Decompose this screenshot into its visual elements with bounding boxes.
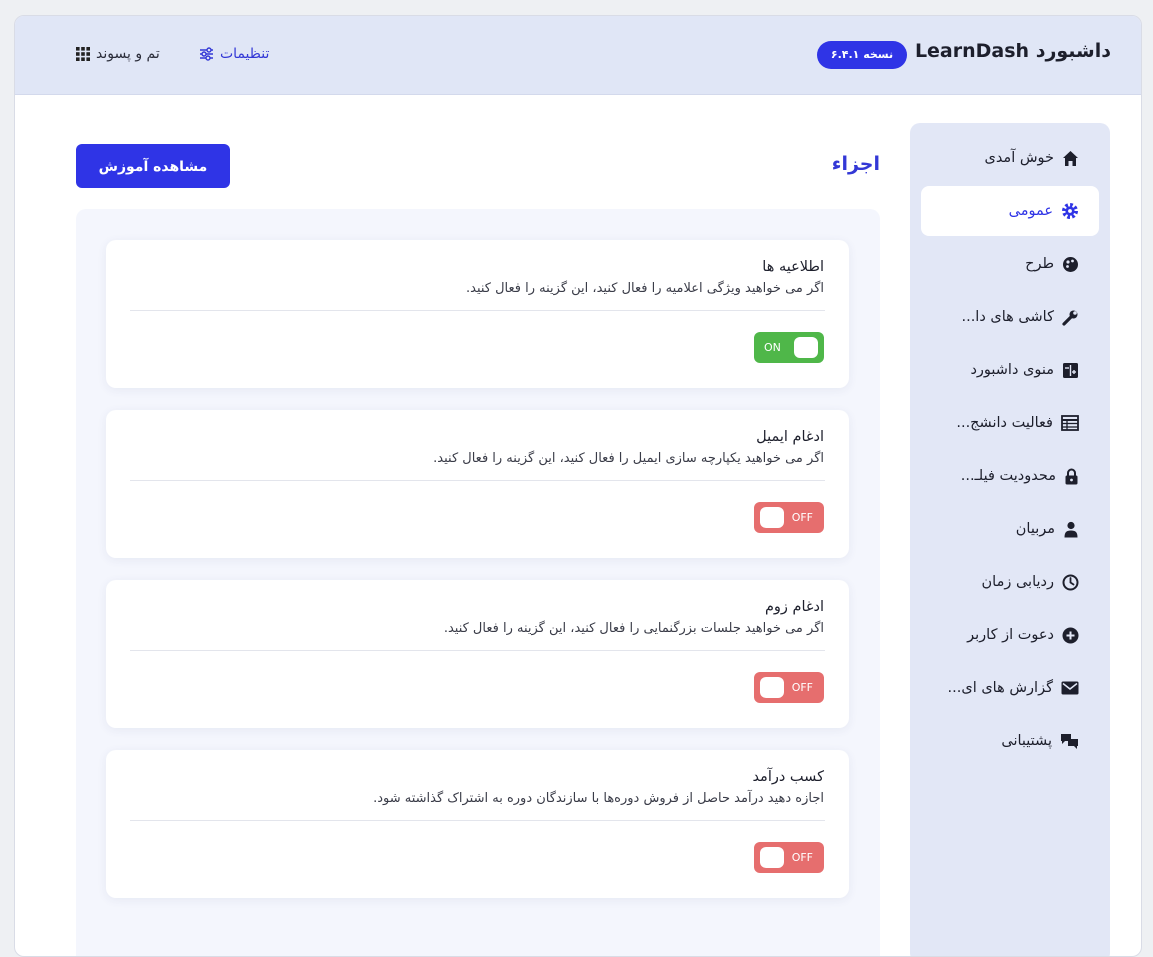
instructor-icon (1063, 521, 1079, 538)
sidebar-item-invite-user[interactable]: دعوت از کاربر (921, 610, 1099, 660)
sidebar-item-label: ردیابی زمان (981, 574, 1054, 590)
sidebar-item-label: عمومی (1008, 203, 1053, 219)
divider (130, 820, 825, 821)
toggle-knob (760, 847, 784, 868)
card-title: ادغام ایمیل (756, 429, 824, 445)
card-description: اگر می خواهید ویژگی اعلامیه را فعال کنید… (465, 281, 824, 296)
divider (130, 310, 825, 311)
components-panel: اطلاعیه ها اگر می خواهید ویژگی اعلامیه ر… (76, 209, 880, 956)
wrench-icon (1062, 309, 1079, 326)
sidebar-item-label: طرح (1025, 256, 1054, 272)
envelope-icon (1061, 681, 1079, 695)
sidebar-item-label: منوی داشبورد (970, 362, 1054, 378)
sidebar-item-restrictions[interactable]: محدودیت فیلـ... (921, 451, 1099, 501)
plus-circle-icon (1062, 627, 1079, 644)
sidebar-item-email-reports[interactable]: گزارش های ای... (921, 663, 1099, 713)
sidebar-item-instructors[interactable]: مربیان (921, 504, 1099, 554)
sidebar-item-label: کاشی های دا... (961, 309, 1054, 325)
setting-card-monetization: کسب درآمد اجازه دهید درآمد حاصل از فروش … (106, 750, 849, 898)
sidebar-item-dashboard-menu[interactable]: منوی داشبورد (921, 345, 1099, 395)
toggle-knob (760, 507, 784, 528)
lock-icon (1064, 468, 1079, 485)
sidebar-item-label: محدودیت فیلـ... (960, 468, 1056, 484)
toggle-state-label: ON (764, 341, 781, 354)
sidebar-item-label: پشتیبانی (1001, 733, 1052, 749)
card-description: اگر می خواهید جلسات بزرگنمایی را فعال کن… (443, 621, 824, 636)
setting-card-zoom-integration: ادغام زوم اگر می خواهید جلسات بزرگنمایی … (106, 580, 849, 728)
themes-extensions-link[interactable]: تم و پسوند (76, 46, 160, 62)
toggle-state-label: OFF (791, 851, 813, 864)
app-title: داشبورد LearnDash (914, 40, 1111, 62)
sidebar-item-general[interactable]: عمومی (921, 186, 1099, 236)
sidebar-item-label: خوش آمدی (984, 150, 1054, 166)
section-title: اجزاء (831, 153, 880, 175)
sidebar-item-student-activity[interactable]: فعالیت دانشج... (921, 398, 1099, 448)
top-header: داشبورد LearnDash نسخه ۶.۴.۱ تنظیمات تم … (15, 16, 1141, 95)
toggle-knob (760, 677, 784, 698)
sidebar-item-label: مربیان (1015, 521, 1055, 537)
sidebar-item-label: فعالیت دانشج... (956, 415, 1053, 431)
gear-icon (1061, 202, 1079, 220)
toggle-knob (794, 337, 818, 358)
zoom-integration-toggle[interactable]: OFF (754, 672, 824, 703)
sliders-icon (199, 47, 214, 61)
toggle-state-label: OFF (791, 511, 813, 524)
sidebar-item-support[interactable]: پشتیبانی (921, 716, 1099, 766)
chat-icon (1060, 733, 1079, 750)
announcements-toggle[interactable]: ON (754, 332, 824, 363)
sidebar-item-time-tracking[interactable]: ردیابی زمان (921, 557, 1099, 607)
grid-icon (76, 47, 90, 61)
card-description: اگر می خواهید یکپارچه سازی ایمیل را فعال… (433, 451, 824, 466)
sidebar-item-layout[interactable]: طرح (921, 239, 1099, 289)
menu-editor-icon (1062, 362, 1079, 379)
sidebar-item-dashboard-tiles[interactable]: کاشی های دا... (921, 292, 1099, 342)
sidebar: خوش آمدی عمومی طرح کاشی های دا... منوی د… (910, 123, 1110, 956)
divider (130, 480, 825, 481)
settings-link[interactable]: تنظیمات (199, 46, 269, 62)
themes-link-label: تم و پسوند (96, 46, 160, 62)
email-integration-toggle[interactable]: OFF (754, 502, 824, 533)
view-tutorial-button[interactable]: مشاهده آموزش (76, 144, 230, 188)
monetization-toggle[interactable]: OFF (754, 842, 824, 873)
app-window: داشبورد LearnDash نسخه ۶.۴.۱ تنظیمات تم … (14, 15, 1142, 957)
version-badge: نسخه ۶.۴.۱ (817, 41, 907, 69)
home-icon (1062, 150, 1079, 167)
card-title: ادغام زوم (764, 599, 824, 615)
settings-link-label: تنظیمات (220, 46, 270, 62)
divider (130, 650, 825, 651)
card-title: اطلاعیه ها (762, 259, 824, 275)
clock-icon (1062, 574, 1079, 591)
table-icon (1061, 415, 1079, 431)
setting-card-announcements: اطلاعیه ها اگر می خواهید ویژگی اعلامیه ر… (106, 240, 849, 388)
sidebar-item-welcome[interactable]: خوش آمدی (921, 133, 1099, 183)
setting-card-email-integration: ادغام ایمیل اگر می خواهید یکپارچه سازی ا… (106, 410, 849, 558)
card-title: کسب درآمد (752, 769, 824, 785)
palette-icon (1062, 256, 1079, 273)
toggle-state-label: OFF (791, 681, 813, 694)
sidebar-item-label: دعوت از کاربر (967, 627, 1054, 643)
sidebar-item-label: گزارش های ای... (947, 680, 1053, 696)
card-description: اجازه دهید درآمد حاصل از فروش دوره‌ها با… (373, 791, 824, 806)
